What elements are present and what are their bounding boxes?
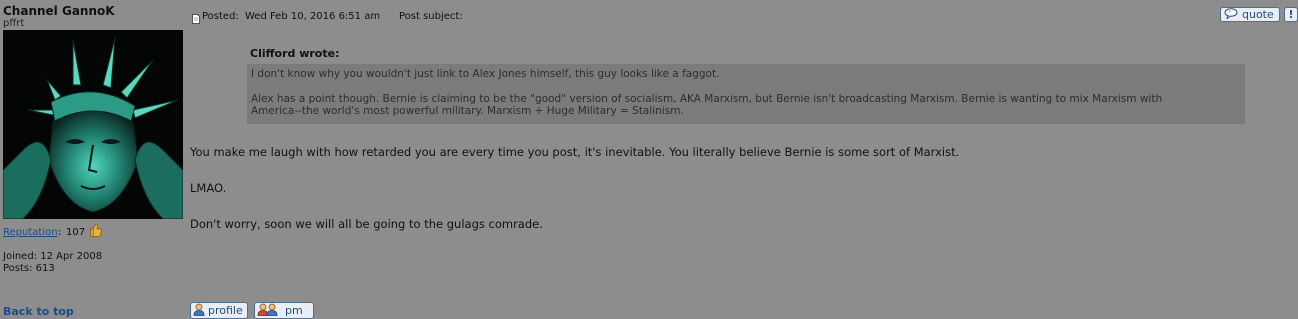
avatar — [3, 30, 183, 219]
posted-date: Wed Feb 10, 2016 6:51 am — [245, 11, 381, 22]
back-to-top-link[interactable]: Back to top — [3, 305, 74, 318]
posted-label: Posted: — [202, 11, 239, 22]
thumbs-up-icon — [90, 222, 102, 237]
post-icon — [192, 9, 200, 24]
reputation-colon: : — [58, 227, 62, 238]
reputation-link[interactable]: Reputation — [3, 227, 58, 238]
report-button[interactable]: ! — [1284, 7, 1298, 22]
quote-text-line: Alex has a point though. Bernie is claim… — [251, 93, 1163, 105]
statue-of-liberty-avatar — [3, 30, 183, 219]
quote-author: Clifford wrote: — [250, 47, 340, 60]
message-text: Don't worry, soon we will all be going t… — [190, 217, 543, 231]
post-subject-label: Post subject: — [399, 11, 463, 22]
message-text: LMAO. — [190, 181, 227, 195]
quote-bubble-icon: " — [1224, 7, 1238, 22]
author-rank: pffrt — [3, 18, 25, 29]
quote-text: I don't know why you wouldn't just link … — [251, 68, 720, 80]
quote-text-line: America--the world's most powerful milit… — [251, 105, 684, 117]
svg-text:": " — [1229, 10, 1231, 16]
quote-button-label: quote — [1242, 8, 1274, 21]
joined-date: Joined: 12 Apr 2008 — [3, 251, 103, 262]
author-name[interactable]: Channel GannoK — [3, 4, 115, 18]
users-icon — [257, 303, 279, 319]
user-icon — [193, 303, 205, 319]
profile-button[interactable]: profile — [190, 302, 248, 319]
message-text: You make me laugh with how retarded you … — [190, 145, 960, 159]
profile-button-label: profile — [208, 304, 243, 317]
pm-button-label: pm — [285, 304, 303, 317]
quote-button[interactable]: " quote — [1220, 7, 1280, 22]
quote-text: Alex has a point though. Bernie is claim… — [251, 93, 1241, 117]
reputation-value: 107 — [66, 227, 86, 238]
quote-block: I don't know why you wouldn't just link … — [247, 64, 1245, 124]
post-count: Posts: 613 — [3, 263, 55, 274]
pm-button[interactable]: pm — [254, 302, 314, 319]
